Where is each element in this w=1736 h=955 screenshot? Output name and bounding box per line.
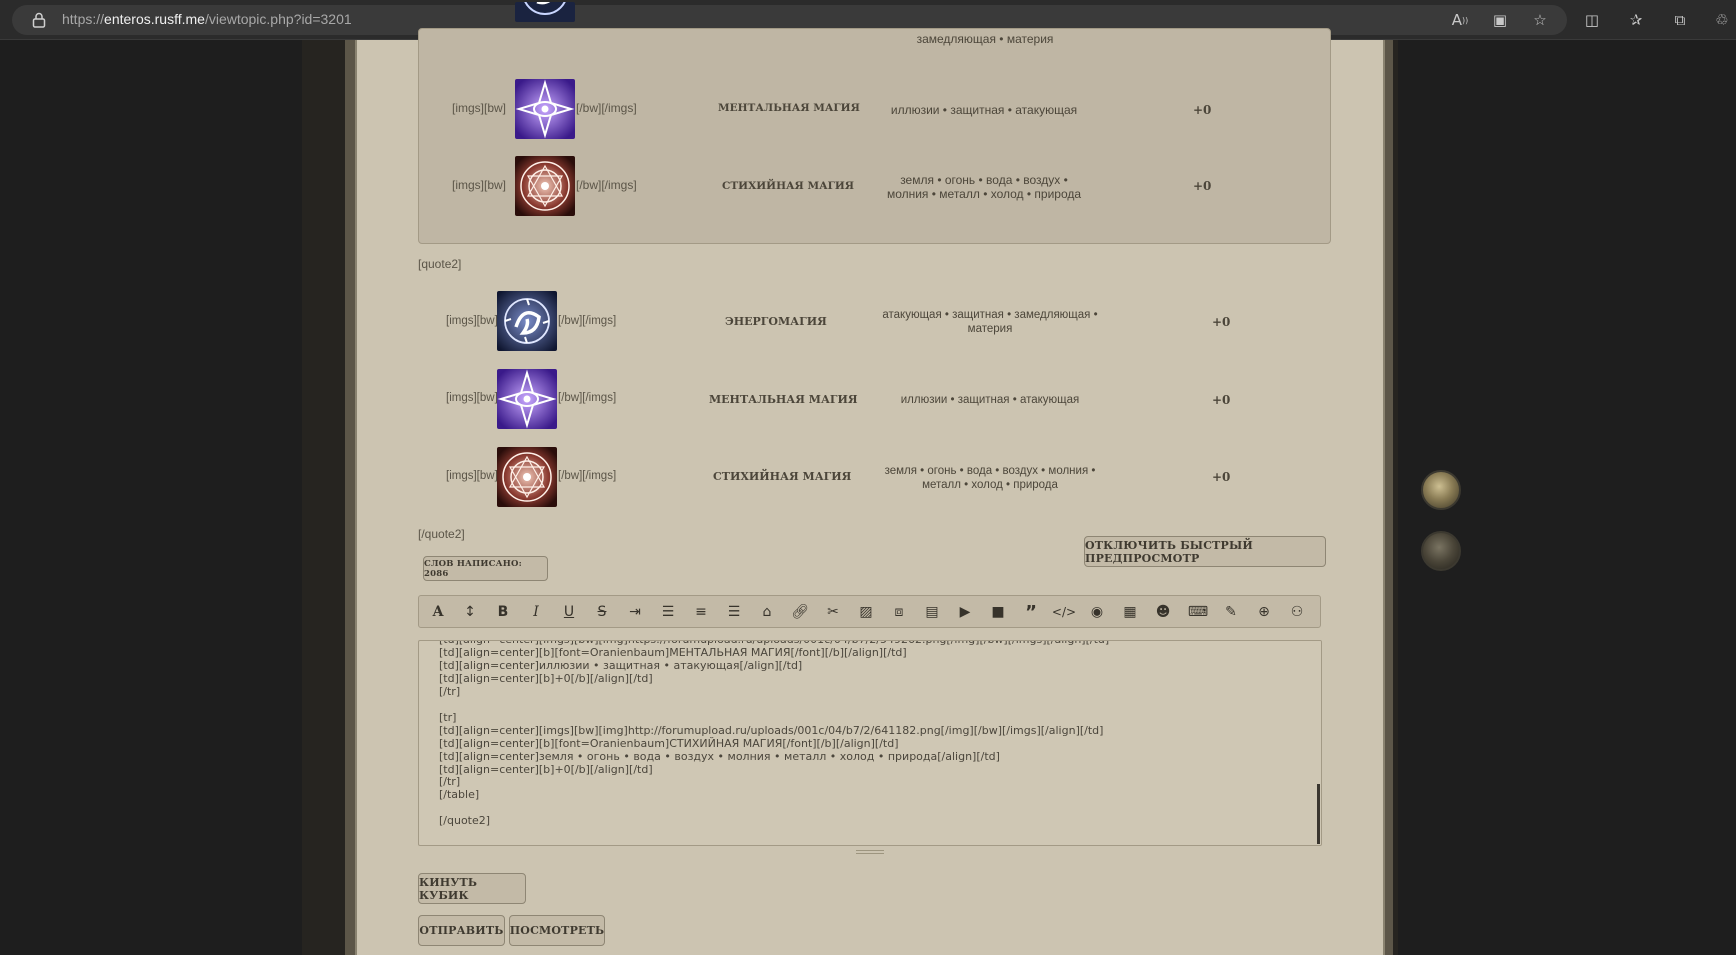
mental-magic-icon xyxy=(497,369,557,429)
imgs-open-tag: [imgs][bw] xyxy=(452,101,507,115)
magic-name: МЕНТАЛЬНАЯ МАГИЯ xyxy=(718,102,860,114)
side-nav-avatar[interactable] xyxy=(1421,470,1461,510)
magic-desc: иллюзии • защитная • атакующая xyxy=(890,103,1078,117)
left-background xyxy=(0,40,302,955)
roll-dice-button[interactable]: КИНУТЬ КУБИК xyxy=(418,873,526,904)
magic-bonus: +0 xyxy=(1193,103,1212,117)
magic-name: СТИХИЙНАЯ МАГИЯ xyxy=(722,180,855,192)
imgs-open-tag: [imgs][bw] xyxy=(446,315,498,327)
magic-bonus: +0 xyxy=(1212,393,1231,407)
bold-icon[interactable]: B xyxy=(492,602,514,622)
message-text[interactable]: [td][align=center][imgs][bw][img]https:/… xyxy=(439,641,1109,828)
elemental-magic-icon xyxy=(497,447,557,507)
send-button[interactable]: ОТПРАВИТЬ xyxy=(418,915,505,946)
magic-desc-line: земля • огонь • вода • воздух • xyxy=(900,173,1068,187)
side-nav-avatar[interactable] xyxy=(1421,531,1461,571)
align-center-icon[interactable]: ≡ xyxy=(690,602,712,622)
immersive-reader-icon[interactable]: ▣ xyxy=(1490,10,1510,30)
favorite-star-icon[interactable]: ☆ xyxy=(1530,10,1550,30)
magic-bonus: +0 xyxy=(1212,470,1231,484)
magic-name: ЭНЕРГОМАГИЯ xyxy=(725,315,827,328)
align-left-icon[interactable]: ☰ xyxy=(657,602,679,622)
textarea-scroll-thumb[interactable] xyxy=(1317,784,1320,844)
imgs-close-tag: [/bw][/imgs] xyxy=(576,178,637,192)
energy-magic-icon xyxy=(497,291,557,351)
font-icon[interactable]: A xyxy=(427,602,449,622)
quote-open-tag: [quote2] xyxy=(418,257,462,271)
strikethrough-icon[interactable]: S xyxy=(591,602,613,622)
imgs-close-tag: [/bw][/imgs] xyxy=(558,315,617,327)
cut-icon[interactable]: ✂ xyxy=(822,602,844,622)
quote-icon[interactable]: ” xyxy=(1020,602,1042,623)
font-size-icon[interactable]: ↕ xyxy=(459,602,481,622)
url-host: enteros.rusff.me xyxy=(104,11,205,27)
quote-close-tag: [/quote2] xyxy=(418,527,465,541)
video-icon[interactable]: ▶ xyxy=(954,602,976,622)
magic-desc-line: молния • металл • холод • природа xyxy=(886,187,1082,201)
disable-quick-preview-button[interactable]: ОТКЛЮЧИТЬ БЫСТРЫЙ ПРЕДПРОСМОТР xyxy=(1084,536,1326,567)
align-right-icon[interactable]: ☰ xyxy=(723,602,745,622)
collections-icon[interactable]: ⧉ xyxy=(1670,10,1690,30)
imgs-open-tag: [imgs][bw] xyxy=(452,178,507,192)
indent-icon[interactable]: ⇥ xyxy=(624,602,646,622)
imgs-open-tag: [imgs][bw] xyxy=(446,392,498,404)
word-count-badge: СЛОВ НАПИСАНО: 2086 xyxy=(423,556,548,581)
magic-desc: иллюзии • защитная • атакующая xyxy=(900,394,1080,406)
link-icon[interactable]: 🔗︎ xyxy=(789,602,811,622)
palette-icon[interactable]: ◉ xyxy=(1086,602,1108,622)
table-icon[interactable]: ▦ xyxy=(1119,602,1141,622)
magic-desc: земля • огонь • вода • воздух • молния •… xyxy=(874,173,1094,201)
extensions-icon[interactable]: ♲ xyxy=(1712,10,1732,30)
magic-desc-line: металл • холод • природа xyxy=(922,479,1058,491)
url-prefix: https:// xyxy=(62,11,105,27)
magic-wand-icon[interactable]: ✎ xyxy=(1220,602,1242,622)
lock-icon[interactable]: ■ xyxy=(987,602,1009,622)
imgs-close-tag: [/bw][/imgs] xyxy=(576,101,637,115)
magic-desc-line: атакующая • защитная • замедляющая • xyxy=(882,309,1098,321)
imgs-close-tag: [/bw][/imgs] xyxy=(558,470,617,482)
magic-desc: атакующая • защитная • замедляющая • мат… xyxy=(875,308,1105,336)
favorites-icon[interactable]: ✰ xyxy=(1626,10,1646,30)
magic-desc-line: земля • огонь • вода • воздух • молния • xyxy=(884,465,1096,477)
elemental-magic-icon xyxy=(515,156,575,216)
partial-row-desc: замедляющая • материя xyxy=(916,32,1054,46)
textarea-resize-grip[interactable] xyxy=(856,850,884,854)
plus-circle-icon[interactable]: ⊕ xyxy=(1253,602,1275,622)
imgs-open-tag: [imgs][bw] xyxy=(446,470,498,482)
energy-magic-icon xyxy=(515,2,575,22)
magic-bonus: +0 xyxy=(1212,315,1231,329)
magic-name: СТИХИЙНАЯ МАГИЯ xyxy=(713,470,852,483)
home-style-icon[interactable]: ⌂ xyxy=(756,602,778,622)
magic-desc: земля • огонь • вода • воздух • молния •… xyxy=(875,464,1105,492)
read-aloud-icon[interactable]: A)) xyxy=(1450,10,1470,30)
italic-icon[interactable]: I xyxy=(525,602,547,622)
smiley-icon[interactable]: ☻ xyxy=(1152,602,1174,622)
url-path: /viewtopic.php?id=3201 xyxy=(204,11,352,27)
magic-name: МЕНТАЛЬНАЯ МАГИЯ xyxy=(709,393,858,406)
lock-icon[interactable] xyxy=(32,12,46,28)
message-textarea[interactable]: [td][align=center][imgs][bw][img]https:/… xyxy=(418,640,1322,846)
editor-toolbar: A ↕ B I U S ⇥ ☰ ≡ ☰ ⌂ 🔗︎ ✂ ▨ ⧈ ▤ ▶ ■ ” <… xyxy=(418,595,1321,628)
imgs-close-tag: [/bw][/imgs] xyxy=(558,392,617,404)
gallery-icon[interactable]: ▤ xyxy=(921,602,943,622)
underline-icon[interactable]: U xyxy=(558,602,580,622)
gamepad-icon[interactable]: ⚇ xyxy=(1286,602,1308,622)
url-text[interactable]: https://enteros.rusff.me/viewtopic.php?i… xyxy=(62,11,352,27)
keyboard-icon[interactable]: ⌨ xyxy=(1187,602,1209,622)
magic-bonus: +0 xyxy=(1193,179,1212,193)
resize-image-icon[interactable]: ⧈ xyxy=(888,602,910,622)
mental-magic-icon xyxy=(515,79,575,139)
image-icon[interactable]: ▨ xyxy=(855,602,877,622)
preview-button[interactable]: ПОСМОТРЕТЬ xyxy=(509,915,605,946)
split-screen-icon[interactable]: ◫ xyxy=(1582,10,1602,30)
code-icon[interactable]: </> xyxy=(1052,602,1076,622)
magic-desc-line: материя xyxy=(967,323,1013,335)
